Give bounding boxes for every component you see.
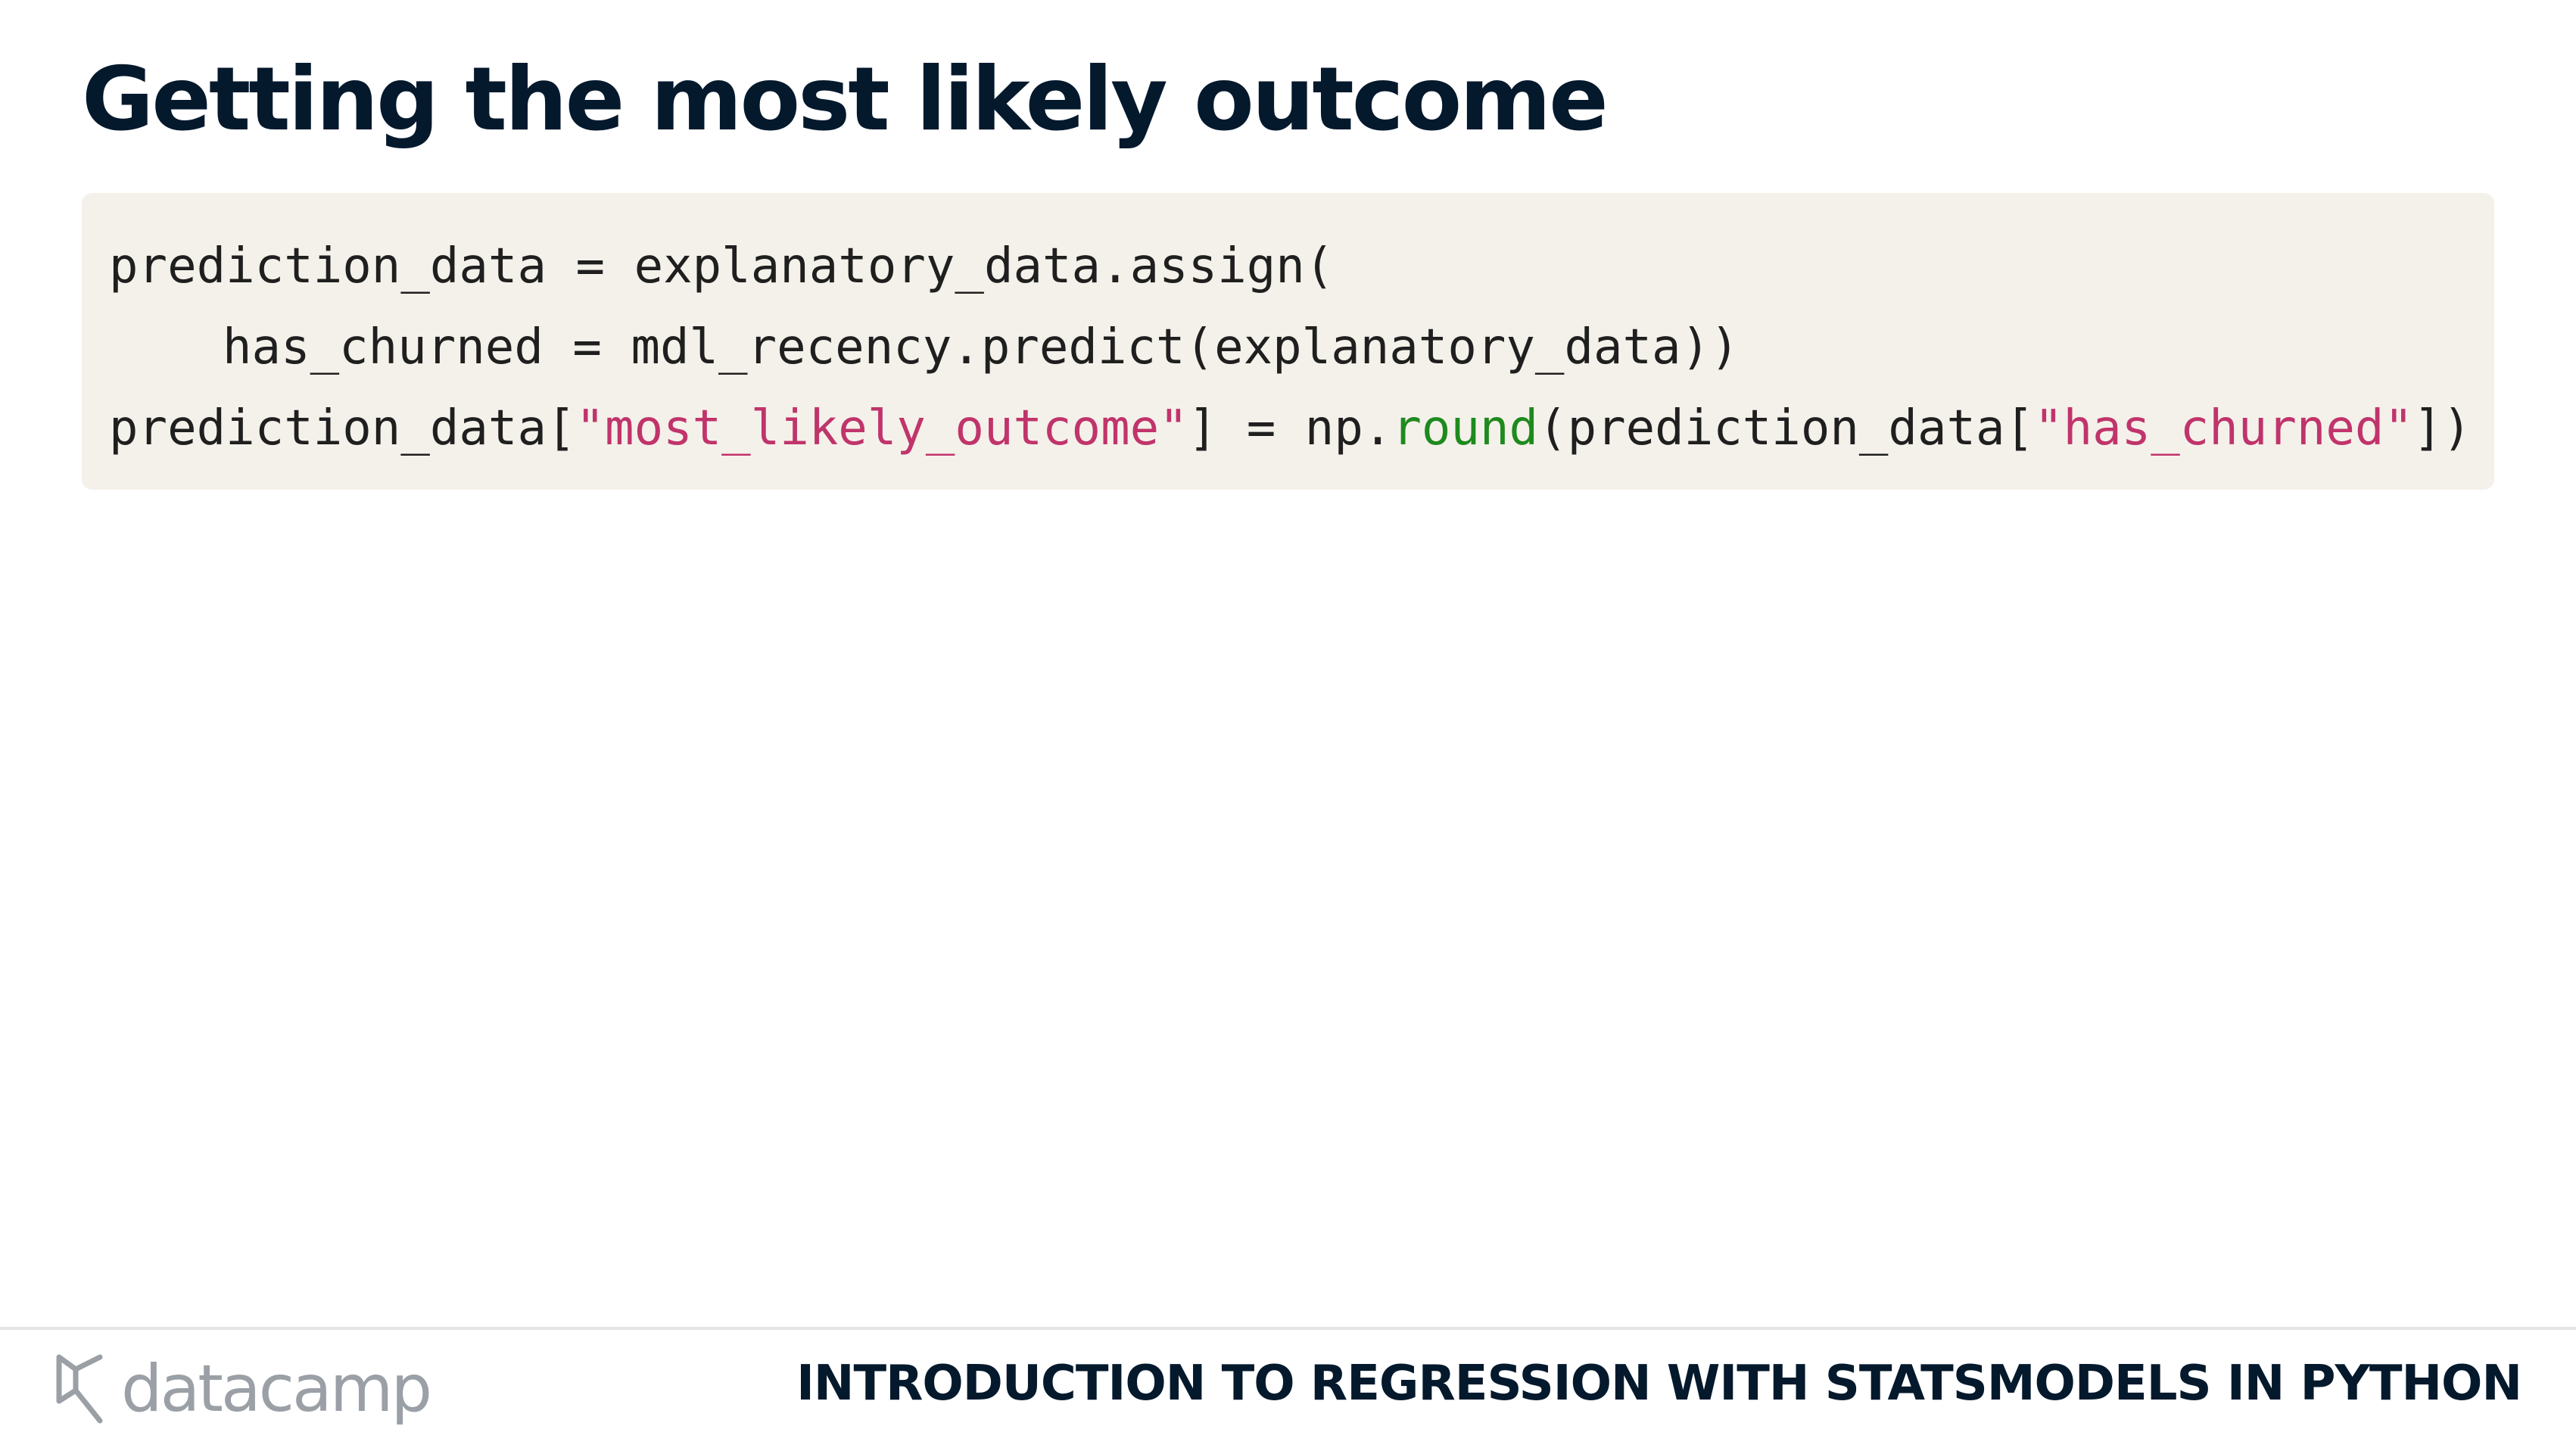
code-token: prediction_data[: [109, 400, 576, 456]
code-string-token: "has_churned": [2034, 400, 2413, 456]
footer-divider: [0, 1327, 2576, 1330]
course-title: INTRODUCTION TO REGRESSION WITH STATSMOD…: [796, 1356, 2522, 1412]
code-function-token: round: [1392, 400, 1539, 456]
datacamp-logo-icon: [56, 1354, 103, 1424]
code-line-2: has_churned = mdl_recency.predict(explan…: [223, 319, 1740, 375]
slide-title: Getting the most likely outcome: [82, 48, 1609, 151]
code-token: ]): [2412, 400, 2472, 456]
code-line-3: prediction_data["most_likely_outcome"] =…: [109, 388, 2494, 469]
code-token: ] = np.: [1188, 400, 1393, 456]
code-block: prediction_data = explanatory_data.assig…: [82, 193, 2494, 490]
slide: Getting the most likely outcome predicti…: [0, 0, 2576, 1451]
code-line-1: prediction_data = explanatory_data.assig…: [109, 238, 1335, 294]
code-string-token: "most_likely_outcome": [575, 400, 1188, 456]
code-token: (prediction_data[: [1538, 400, 2035, 456]
brand-name: datacamp: [121, 1351, 432, 1427]
datacamp-logo: datacamp: [53, 1347, 432, 1431]
